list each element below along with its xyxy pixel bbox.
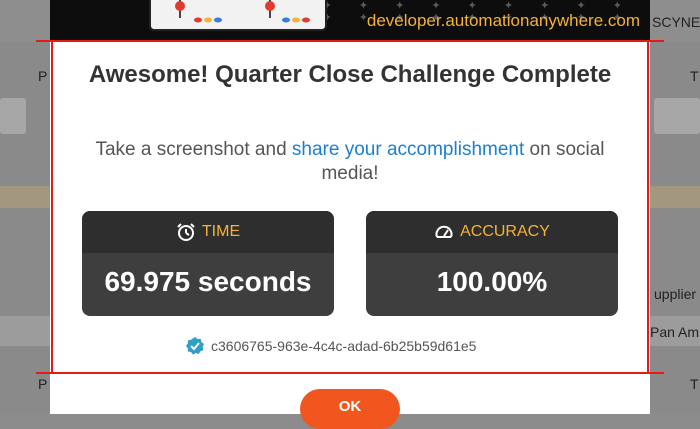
highlight-frame-tick	[36, 372, 52, 374]
accuracy-label: ACCURACY	[460, 223, 550, 240]
highlight-frame-tick	[648, 40, 664, 42]
bg-field	[0, 98, 26, 134]
arcade-cabinet-illustration	[149, 0, 327, 31]
speedometer-icon	[435, 225, 453, 238]
session-id: c3606765-963e-4c4c-adad-6b25b59d61e5	[211, 338, 477, 354]
ok-button[interactable]: OK	[300, 389, 400, 429]
time-card-header: TIME	[82, 211, 334, 253]
alarm-clock-icon	[177, 223, 195, 241]
accuracy-card-header: ACCURACY	[366, 211, 618, 253]
time-card: TIME 69.975 seconds	[82, 211, 334, 316]
share-accomplishment-link[interactable]: share your accomplishment	[292, 139, 524, 160]
highlight-frame-tick	[648, 372, 664, 374]
bg-field	[654, 98, 700, 134]
bg-label: Pan Am	[650, 324, 700, 340]
highlight-frame-tick	[36, 40, 52, 42]
bg-label: T	[690, 376, 699, 392]
banner-url: developer.automationanywhere.com	[366, 11, 640, 30]
time-value: 69.975 seconds	[104, 266, 312, 297]
subtitle-text: Take a screenshot and	[95, 139, 292, 160]
bg-label: upplier	[654, 286, 697, 302]
time-label: TIME	[201, 223, 241, 240]
bg-label: SCYNE	[652, 14, 700, 30]
accuracy-card: ACCURACY 100.00%	[366, 211, 618, 316]
dialog-banner: ✦ ✦ ✦ ✦ ✦ ✦ ✦ ✦ ✦ ✦ ✦ ✦ ✦ ✦ ✦ ✦ ✦ ✦ ✦ ✦ ✦…	[50, 0, 650, 40]
verified-badge-icon	[186, 337, 204, 355]
dialog-subtitle: Take a screenshot and share your accompl…	[70, 138, 630, 186]
bg-label: P	[38, 68, 48, 84]
bg-label: T	[690, 68, 699, 84]
session-id-row: c3606765-963e-4c4c-adad-6b25b59d61e5	[185, 336, 476, 356]
accuracy-value: 100.00%	[436, 266, 548, 297]
dialog-title: Awesome! Quarter Close Challenge Complet…	[88, 61, 612, 88]
bg-label: P	[38, 376, 48, 392]
